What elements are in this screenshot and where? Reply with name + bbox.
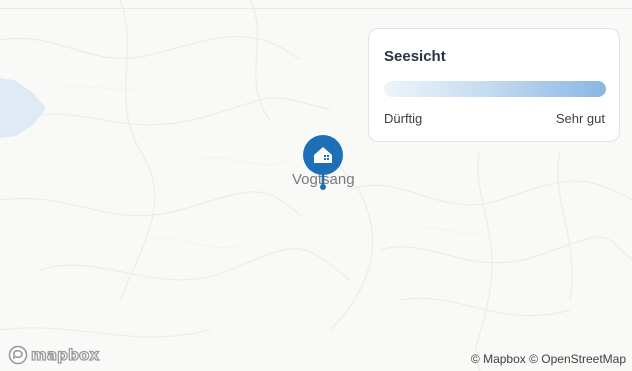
water-area — [0, 78, 46, 138]
mapbox-logo-icon — [8, 345, 28, 365]
marker-dot — [320, 184, 326, 190]
legend-card: Seesicht Dürftig Sehr gut — [368, 28, 620, 142]
mapbox-logo-text: mapbox — [30, 345, 100, 364]
legend-low-label: Dürftig — [384, 111, 423, 126]
home-marker[interactable] — [302, 133, 348, 193]
map-attribution[interactable]: © Mapbox © OpenStreetMap — [471, 352, 626, 366]
map-canvas[interactable]: Vogtsang Seesicht Dürftig Sehr gut mapbo… — [0, 0, 632, 371]
legend-title: Seesicht — [384, 48, 446, 65]
mapbox-logo[interactable]: mapbox — [8, 345, 100, 365]
legend-gradient-bar — [384, 81, 606, 97]
legend-high-label: Sehr gut — [555, 111, 605, 126]
